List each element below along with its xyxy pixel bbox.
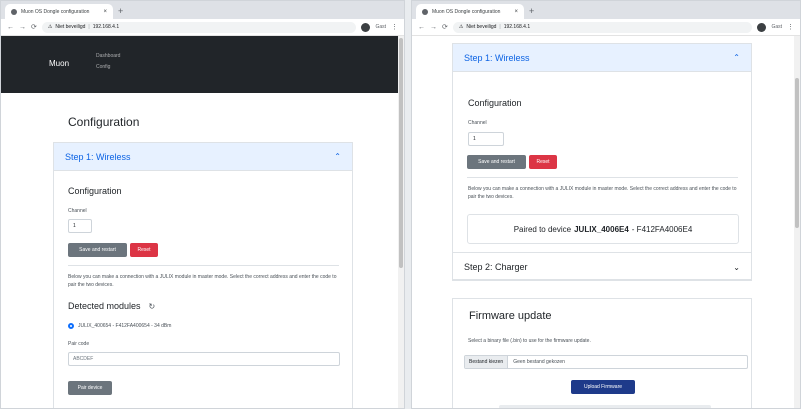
reset-button[interactable]: Reset [130,243,158,257]
tab-title: Muon OS Dongle configuration [432,8,501,15]
pair-code-label: Pair code [68,341,90,347]
chevron-up-icon: ⌃ [733,53,740,62]
address-bar: ← → ⟳ ⚠ Niet beveiligd | 192.168.4.1 Gas… [1,19,404,36]
channel-label: Channel [468,120,487,126]
paired-prefix: Paired to device [513,224,572,234]
reload-icon[interactable]: ⟳ [31,23,37,31]
address-bar: ← → ⟳ ⚠ Niet beveiligd | 192.168.4.1 Gas… [412,19,800,36]
firmware-description: Select a binary file (.bin) to use for t… [468,338,591,344]
profile-avatar-icon[interactable] [757,22,767,32]
nav-link-config[interactable]: Config [96,64,120,70]
accordion-header-wireless[interactable]: Step 1: Wireless ⌃ [453,44,751,72]
chevron-down-icon: ⌄ [733,262,740,272]
section-title: Configuration [468,98,522,108]
profile-label[interactable]: Gast [771,24,782,30]
radio-selected-icon[interactable] [68,323,74,329]
module-option[interactable]: JULIX_400654 - F412FA400654 - 34 dBm [68,323,171,329]
wireless-description: Below you can make a connection with a J… [68,274,337,288]
save-restart-button[interactable]: Save and restart [467,155,526,169]
profile-label[interactable]: Gast [375,24,386,30]
new-tab-icon[interactable]: + [118,4,123,19]
browser-window-right: Muon OS Dongle configuration × + ← → ⟳ ⚠… [411,0,801,409]
scrollbar-thumb[interactable] [399,38,403,268]
wireless-description: Below you can make a connection with a J… [468,186,737,200]
navbar: Muon Dashboard Config [1,36,404,93]
close-tab-icon[interactable]: × [103,9,107,15]
detected-modules-title: Detected modules [68,301,141,311]
tab-strip: Muon OS Dongle configuration × + [1,1,404,19]
page-viewport: Muon Dashboard Config Configuration Step… [1,36,404,408]
save-restart-button[interactable]: Save and restart [68,243,127,257]
channel-input[interactable]: 1 [468,132,504,146]
forward-icon[interactable]: → [430,24,437,31]
page-title: Configuration [68,115,140,129]
separator: | [88,24,90,30]
pair-device-button[interactable]: Pair device [68,381,112,395]
browser-window-left: Muon OS Dongle configuration × + ← → ⟳ ⚠… [0,0,405,409]
firmware-file-input[interactable]: Bestand kiezen Geen bestand gekozen [464,355,748,369]
forward-icon[interactable]: → [19,24,26,31]
reset-button[interactable]: Reset [529,155,557,169]
accordion-header-charger[interactable]: Step 2: Charger ⌄ [453,253,751,281]
globe-icon [11,8,17,15]
paired-device-box: Paired to device JULIX_4006E4 - F412FA40… [467,214,739,244]
separator: | [499,24,501,30]
pair-code-input[interactable]: ABCDEF [68,352,340,366]
scrollbar[interactable] [794,36,800,408]
accordion-label: Step 1: Wireless [65,151,131,162]
chevron-up-icon: ⌃ [334,152,341,161]
browser-tab[interactable]: Muon OS Dongle configuration × [416,4,524,19]
close-tab-icon[interactable]: × [514,9,518,15]
nav-links: Dashboard Config [96,53,120,70]
omnibox[interactable]: ⚠ Niet beveiligd | 192.168.4.1 [41,21,357,33]
tab-title: Muon OS Dongle configuration [21,8,90,15]
menu-icon[interactable]: ⋮ [787,23,794,31]
url-host: 192.168.4.1 [92,24,120,30]
tab-strip: Muon OS Dongle configuration × + [412,1,800,19]
warning-icon: ⚠ [458,24,464,30]
back-icon[interactable]: ← [7,24,14,31]
detected-modules-heading: Detected modules ↻ [68,301,155,311]
nav-link-dashboard[interactable]: Dashboard [96,53,120,59]
reload-icon[interactable]: ⟳ [442,23,448,31]
divider [68,265,339,266]
firmware-title: Firmware update [469,310,552,322]
url-host: 192.168.4.1 [503,24,531,30]
accordion-item-charger: Step 2: Charger ⌄ [452,252,752,280]
globe-icon [422,8,428,15]
navbar-brand[interactable]: Muon [49,59,69,68]
accordion-header-wireless[interactable]: Step 1: Wireless ⌃ [54,143,352,171]
paired-device-address: - F412FA4006E4 [631,224,693,234]
scrollbar-thumb[interactable] [795,78,799,228]
back-icon[interactable]: ← [418,24,425,31]
channel-input[interactable]: 1 [68,219,92,233]
chosen-file-name: Geen bestand gekozen [513,359,565,365]
profile-avatar-icon[interactable] [361,22,371,32]
upload-firmware-button[interactable]: Upload Firmware [571,380,635,394]
refresh-icon[interactable]: ↻ [149,302,156,311]
browser-tab[interactable]: Muon OS Dongle configuration × [5,4,113,19]
menu-icon[interactable]: ⋮ [391,23,398,31]
divider [467,177,738,178]
upload-progress-bar [499,405,711,408]
choose-file-button[interactable]: Bestand kiezen [465,356,509,368]
page-viewport: Step 1: Wireless ⌃ Configuration Channel… [412,36,800,408]
scrollbar[interactable] [398,36,404,408]
warning-icon: ⚠ [47,24,53,30]
accordion-label: Step 2: Charger [464,262,528,272]
security-label: Niet beveiligd [466,24,497,30]
section-title: Configuration [68,186,122,196]
omnibox[interactable]: ⚠ Niet beveiligd | 192.168.4.1 [452,21,753,33]
new-tab-icon[interactable]: + [529,4,534,19]
channel-label: Channel [68,208,87,214]
module-entry: JULIX_400654 - F412FA400654 - 34 dBm [78,323,172,329]
security-label: Niet beveiligd [55,24,86,30]
paired-device-name: JULIX_4006E4 [574,224,629,234]
accordion-label: Step 1: Wireless [464,52,530,63]
